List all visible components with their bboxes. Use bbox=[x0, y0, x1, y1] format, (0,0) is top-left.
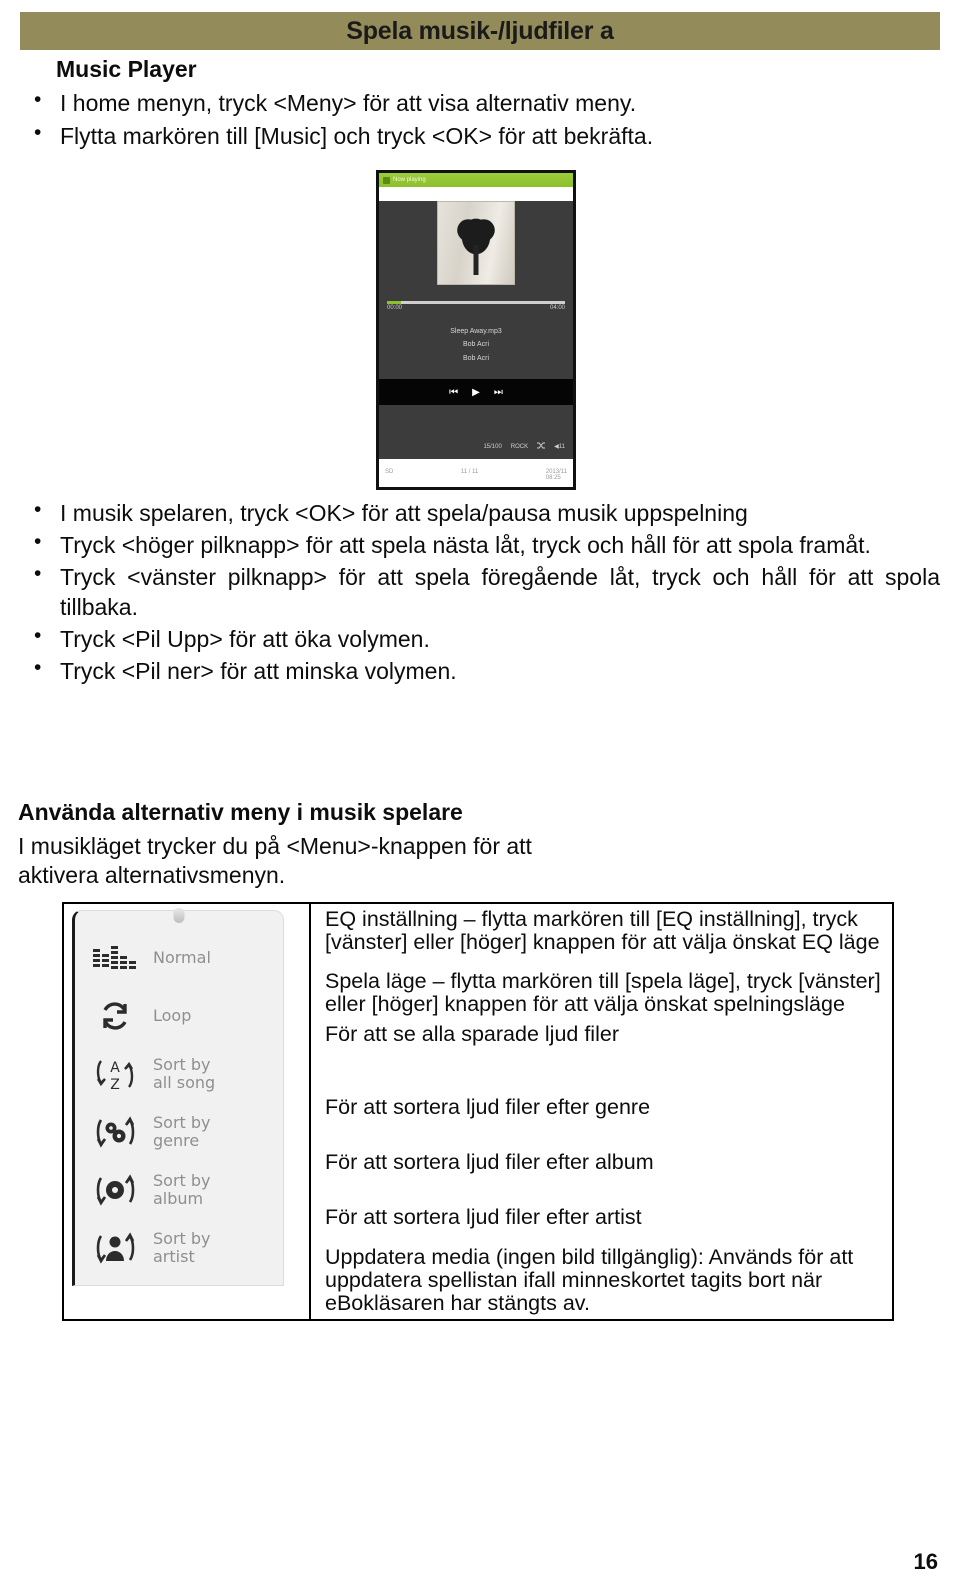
track-count: 15/100 bbox=[483, 443, 502, 450]
menu-descriptions-cell: EQ inställning – flytta markören till [E… bbox=[309, 902, 894, 1321]
page-header-band: Spela musik-/ljudfiler a bbox=[20, 12, 940, 50]
progress-bar[interactable] bbox=[387, 301, 565, 304]
list-item: Tryck <höger pilknapp> för att spela näs… bbox=[22, 528, 940, 561]
player-screen: 00:00 04:00 Sleep Away.mp3 Bob Acri Bob … bbox=[379, 201, 573, 459]
svg-text:Z: Z bbox=[110, 1077, 120, 1092]
table-row: Normal Loop A Z Sort by all song Sort by… bbox=[62, 902, 894, 1321]
equalizer-icon bbox=[89, 938, 141, 978]
sort-artist-icon bbox=[89, 1228, 141, 1268]
description-genre: För att sortera ljud filer efter genre bbox=[325, 1094, 651, 1119]
next-track-icon[interactable]: ⏭ bbox=[494, 387, 503, 398]
track-album: Bob Acri bbox=[462, 354, 490, 362]
page-number: 16 bbox=[913, 1549, 938, 1574]
menu-item-normal[interactable]: Normal bbox=[75, 929, 283, 987]
sort-album-icon bbox=[89, 1170, 141, 1210]
play-pause-icon[interactable]: ▶ bbox=[472, 387, 480, 398]
description-update-media: Uppdatera media (ingen bild tillgänglig)… bbox=[325, 1244, 854, 1315]
options-menu-table: Normal Loop A Z Sort by all song Sort by… bbox=[62, 902, 894, 1321]
time-total: 04:00 bbox=[549, 305, 565, 311]
description-all-songs: För att se alla sparade ljud filer bbox=[325, 1022, 619, 1046]
now-playing-label: Now playing bbox=[393, 177, 426, 183]
transport-controls: ⏮ ▶ ⏭ bbox=[379, 379, 573, 405]
description-eq: EQ inställning – flytta markören till [E… bbox=[325, 907, 880, 954]
list-item: Flytta markören till [Music] och tryck <… bbox=[22, 119, 940, 152]
description-artist: För att sortera ljud filer efter artist bbox=[325, 1204, 642, 1229]
list-item: I musik spelaren, tryck <OK> för att spe… bbox=[22, 496, 940, 529]
music-player-screenshot: Now playing 00:00 04:00 Sleep Away.mp3 B… bbox=[376, 170, 576, 490]
sort-az-icon: A Z bbox=[89, 1054, 141, 1094]
player-status-row: 15/100 ROCK ◀11 bbox=[483, 442, 565, 451]
music-note-icon bbox=[383, 176, 390, 184]
eq-mode-label: ROCK bbox=[510, 443, 529, 450]
description-album: För att sortera ljud filer efter album bbox=[325, 1149, 654, 1174]
menu-screenshot-cell: Normal Loop A Z Sort by all song Sort by… bbox=[62, 902, 311, 1321]
page-title: Spela musik-/ljudfiler a bbox=[346, 16, 614, 45]
loop-icon bbox=[89, 996, 141, 1036]
menu-item-loop[interactable]: Loop bbox=[75, 987, 283, 1045]
track-artist: Bob Acri bbox=[462, 341, 490, 349]
progress-fill bbox=[387, 301, 402, 304]
progress-area: 00:00 04:00 bbox=[387, 301, 565, 311]
track-title: Sleep Away.mp3 bbox=[450, 328, 502, 335]
page-indicator: 11 / 11 bbox=[460, 469, 479, 475]
shuffle-icon bbox=[537, 442, 546, 451]
description-play-mode: Spela läge – flytta markören till [spela… bbox=[325, 969, 881, 1016]
menu-item-sort-artist[interactable]: Sort by artist bbox=[75, 1219, 283, 1277]
playback-bullet-list: I musik spelaren, tryck <OK> för att spe… bbox=[22, 496, 940, 688]
clock-indicator: 2013/11 08:25 bbox=[545, 469, 567, 481]
scroll-knob-icon bbox=[173, 908, 185, 923]
volume-indicator: ◀11 bbox=[554, 443, 565, 450]
list-item: Tryck <vänster pilknapp> för att spela f… bbox=[22, 560, 940, 624]
time-row: 00:00 04:00 bbox=[387, 305, 565, 311]
menu-item-label: Sort by album bbox=[153, 1171, 211, 1208]
previous-track-icon[interactable]: ⏮ bbox=[449, 387, 458, 398]
menu-item-sort-album[interactable]: Sort by album bbox=[75, 1161, 283, 1219]
menu-item-sort-genre[interactable]: Sort by genre bbox=[75, 1103, 283, 1161]
time-elapsed: 00:00 bbox=[387, 305, 403, 311]
volume-level: 11 bbox=[558, 444, 565, 450]
menu-item-label: Sort by all song bbox=[153, 1055, 216, 1092]
album-art bbox=[437, 201, 515, 285]
drip-shape bbox=[473, 244, 479, 275]
menu-item-label: Sort by artist bbox=[153, 1229, 211, 1266]
list-item: I home menyn, tryck <Meny> för att visa … bbox=[22, 86, 940, 119]
track-metadata: Sleep Away.mp3 Bob Acri Bob Acri bbox=[387, 325, 565, 365]
list-item: Tryck <Pil ner> för att minska volymen. bbox=[22, 654, 940, 687]
storage-indicator: SD bbox=[385, 469, 394, 475]
alt-menu-heading: Använda alternativ meny i musik spelare bbox=[18, 799, 463, 825]
device-bottom-bar: SD 11 / 11 2013/11 08:25 bbox=[379, 459, 573, 487]
menu-item-label: Sort by genre bbox=[153, 1113, 211, 1150]
music-player-heading: Music Player bbox=[56, 56, 197, 82]
alt-menu-paragraph: I musikläget trycker du på <Menu>-knappe… bbox=[18, 833, 532, 889]
options-menu-panel: Normal Loop A Z Sort by all song Sort by… bbox=[72, 908, 284, 1286]
menu-item-label: Normal bbox=[153, 948, 211, 968]
menu-item-sort-all-song[interactable]: A Z Sort by all song bbox=[75, 1045, 283, 1103]
list-item: Tryck <Pil Upp> för att öka volymen. bbox=[22, 622, 940, 655]
now-playing-bar: Now playing bbox=[379, 173, 573, 187]
sort-genre-icon bbox=[89, 1112, 141, 1152]
music-player-bullet-list: I home menyn, tryck <Meny> för att visa … bbox=[22, 86, 940, 154]
menu-item-label: Loop bbox=[153, 1006, 192, 1026]
svg-text:A: A bbox=[110, 1060, 120, 1076]
